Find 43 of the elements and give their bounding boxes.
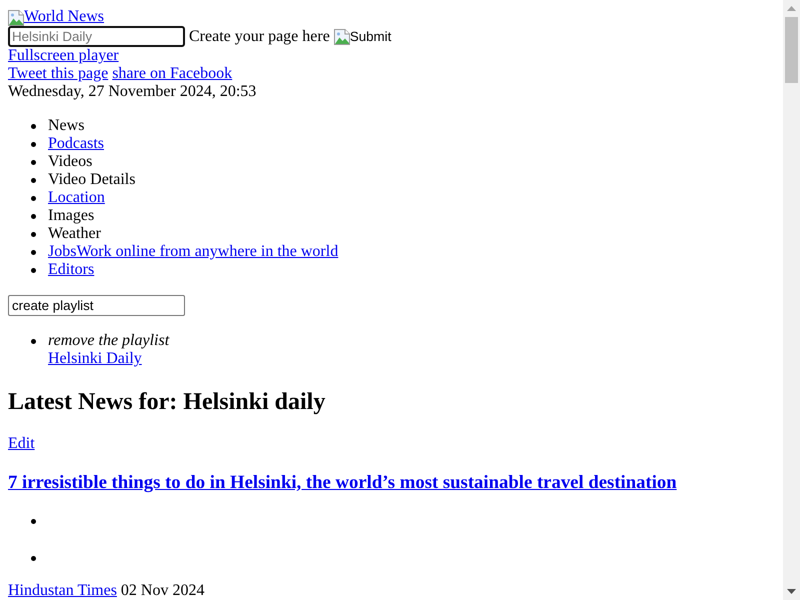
nav-link[interactable]: Podcasts: [48, 135, 104, 153]
remove-playlist-label: remove the playlist: [48, 332, 170, 350]
fullscreen-link[interactable]: Fullscreen player: [8, 47, 119, 65]
list-text: Videos: [48, 153, 92, 171]
scrollbar-thumb[interactable]: [785, 17, 798, 83]
source-link[interactable]: Hindustan Times: [8, 582, 117, 600]
broken-image-icon: [334, 28, 350, 44]
scroll-up-icon[interactable]: [787, 6, 796, 11]
bullet-icon: [31, 142, 36, 146]
page-name-field[interactable]: Helsinki Daily: [8, 26, 185, 47]
bullet-icon: [31, 178, 36, 182]
bullet-icon: [31, 250, 36, 254]
bullet-icon: [31, 160, 36, 164]
list-text: News: [48, 117, 84, 135]
submit-button[interactable]: Submit: [334, 28, 392, 44]
nav-link[interactable]: Editors: [48, 261, 94, 279]
bullet-icon: [31, 338, 36, 344]
scroll-down-icon[interactable]: [787, 589, 796, 594]
bullet-icon: [31, 268, 36, 272]
bullet-icon: [31, 232, 36, 236]
page-heading: Latest News for: Helsinki daily: [8, 388, 326, 416]
bullet-icon: [31, 196, 36, 200]
bullet-icon: [31, 214, 36, 218]
bullet-icon: [31, 518, 36, 524]
nav-link[interactable]: JobsWork online from anywhere in the world: [48, 243, 338, 261]
article-title-link[interactable]: 7 irresistible things to do in Helsinki, the world’s most sustainable travel destination: [8, 472, 677, 494]
list-text: Video Details: [48, 171, 136, 189]
logo-link[interactable]: World News: [8, 8, 104, 26]
list-text: Images: [48, 207, 94, 225]
broken-image-icon: [8, 10, 24, 26]
article-date: 02 Nov 2024: [120, 582, 204, 600]
playlist-field[interactable]: create playlist: [8, 295, 185, 316]
nav-link[interactable]: Location: [48, 189, 105, 207]
bullet-icon: [31, 124, 36, 128]
share-link[interactable]: share on Facebook: [112, 65, 232, 83]
scrollbar[interactable]: [783, 0, 800, 600]
date-text: Wednesday, 27 November 2024, 20:53: [8, 83, 256, 101]
playlist-link[interactable]: Helsinki Daily: [48, 350, 142, 368]
form-label: Create your page here: [189, 28, 330, 46]
bullet-icon: [31, 556, 36, 560]
edit-link[interactable]: Edit: [8, 435, 35, 453]
share-link[interactable]: Tweet this page: [8, 65, 108, 83]
list-text: Weather: [48, 225, 101, 243]
